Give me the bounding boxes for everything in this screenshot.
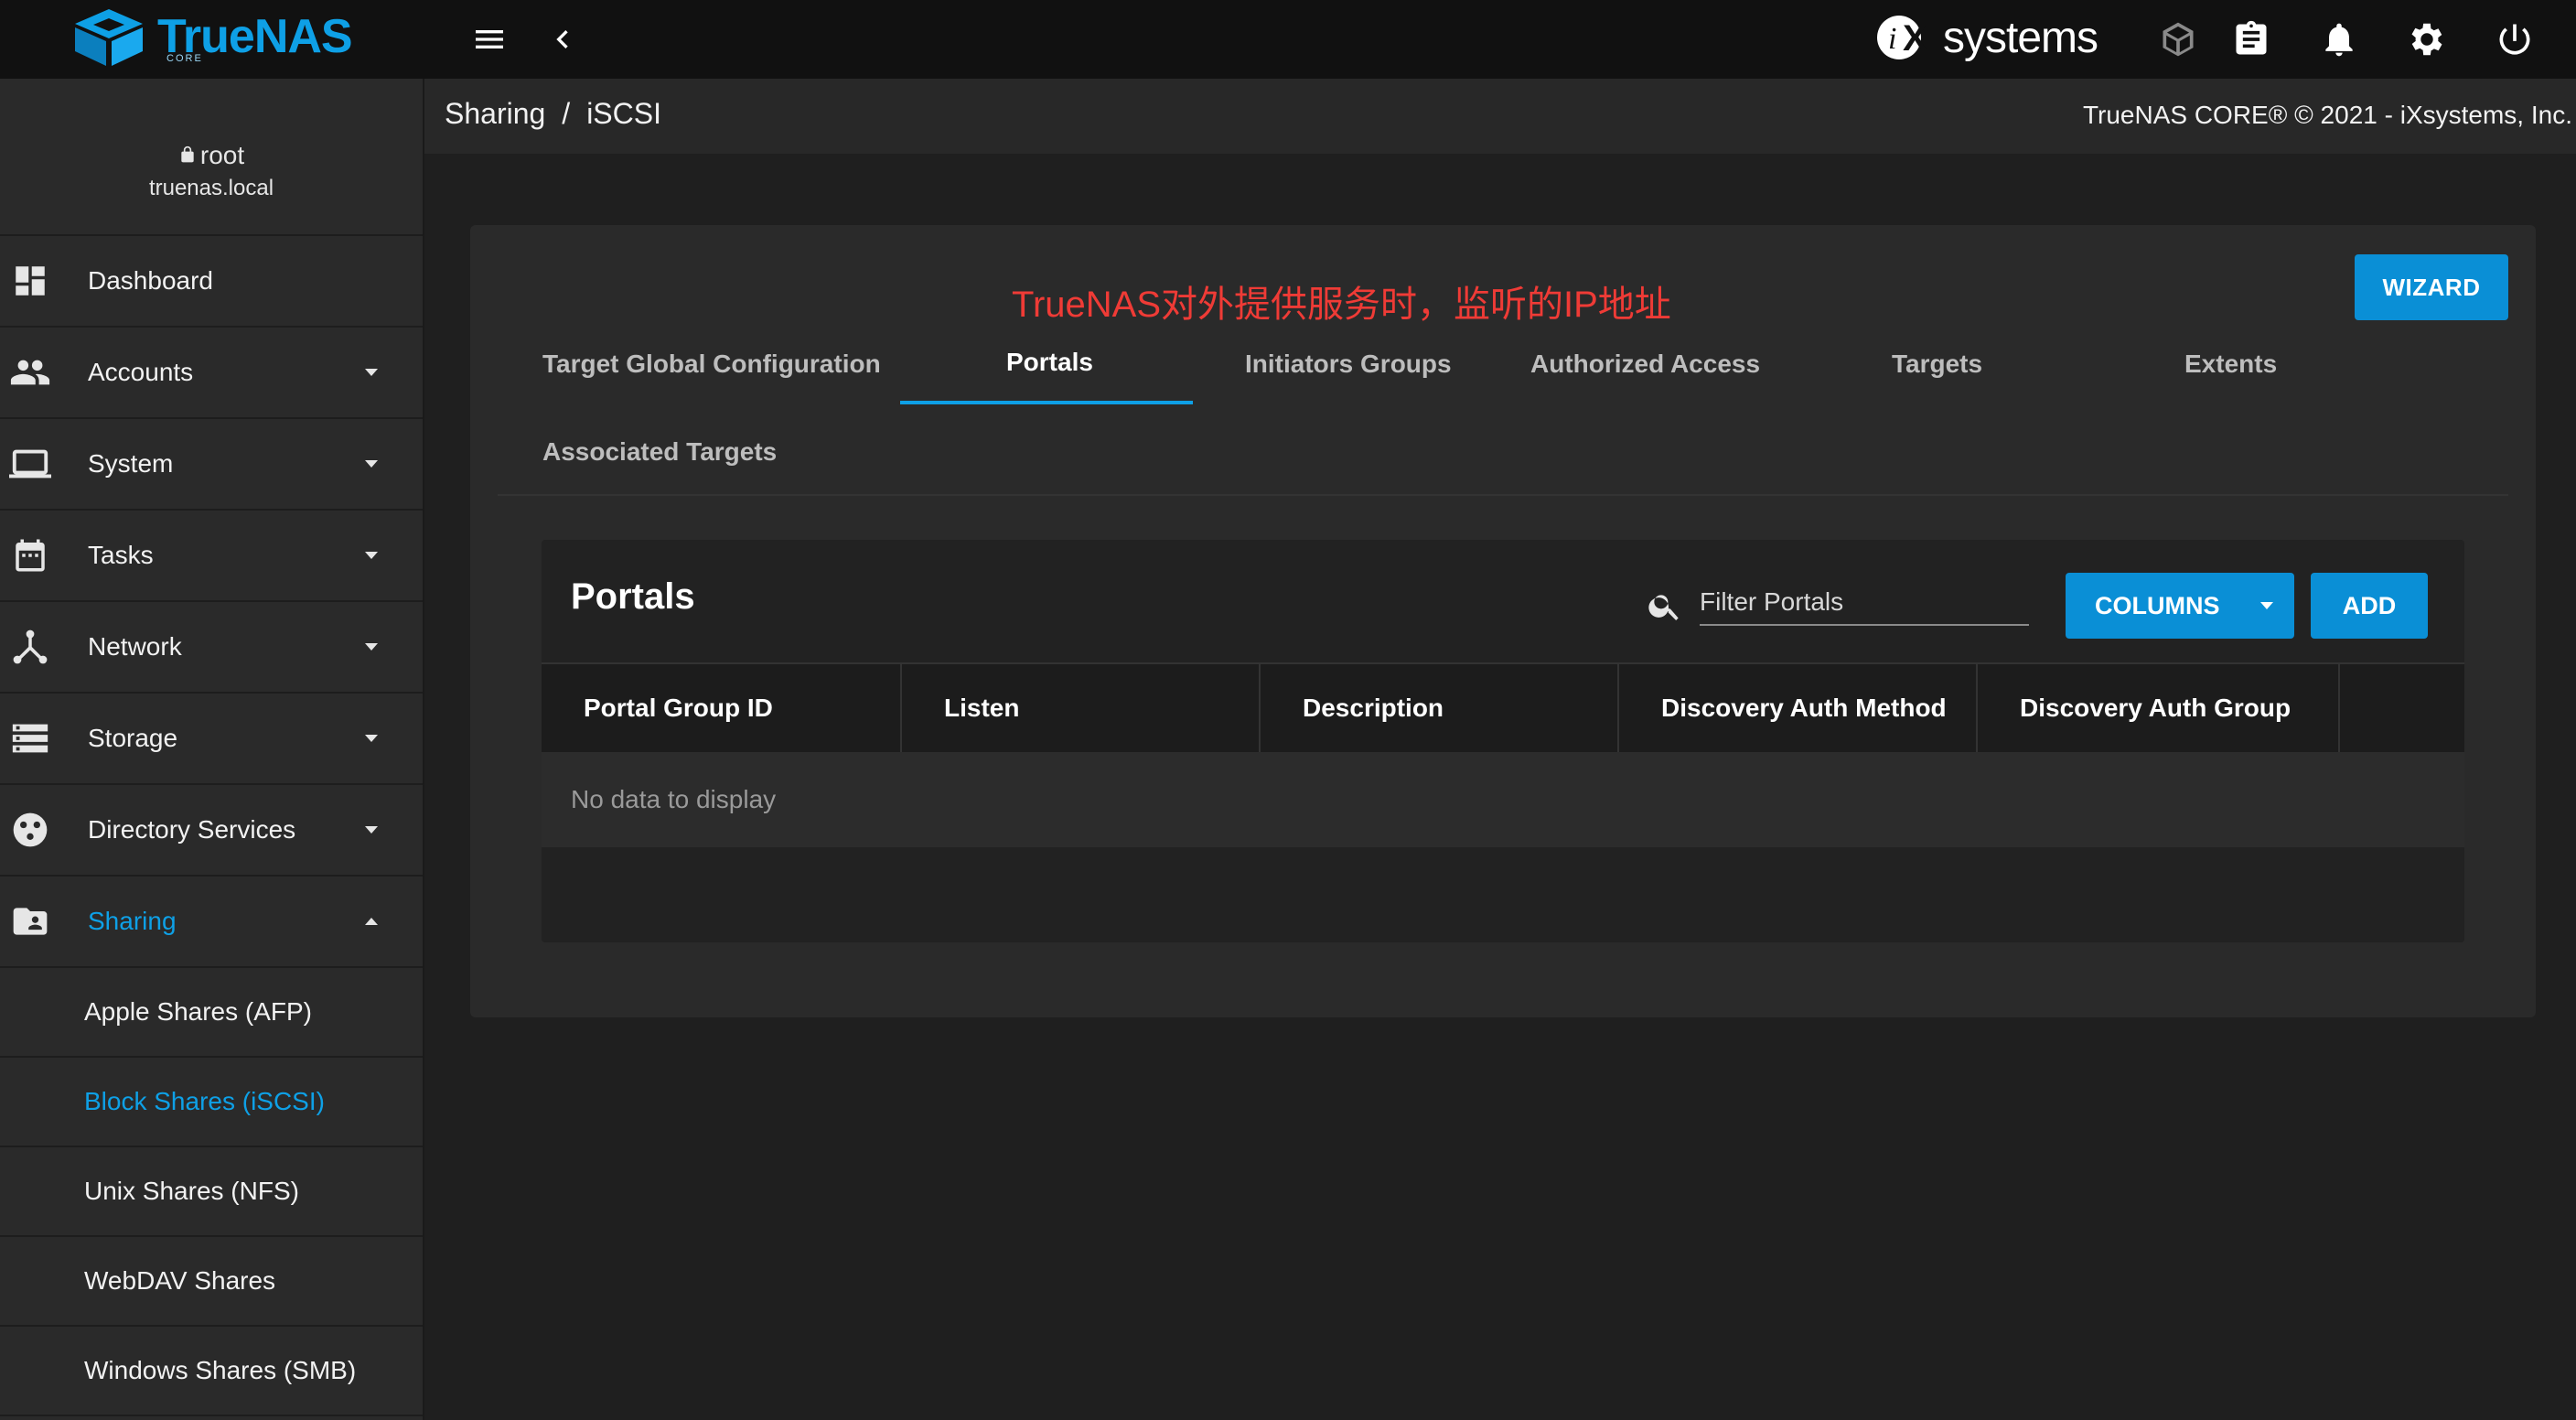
page-header: Sharing / iSCSI TrueNAS CORE® © 2021 - iXs… — [424, 79, 2576, 154]
annotation-text: TrueNAS对外提供服务时，监听的IP地址 — [1012, 285, 1671, 325]
caret-down-icon — [365, 826, 378, 834]
people-icon — [9, 351, 51, 393]
svg-text:i: i — [1888, 22, 1896, 56]
storage-icon — [9, 717, 51, 759]
breadcrumb: Sharing / iSCSI — [445, 97, 661, 131]
sidebar-item-label: Sharing — [88, 907, 177, 935]
sidebar-subitem-label: Unix Shares (NFS) — [84, 1177, 299, 1205]
ixsystems-logo[interactable]: i X systems — [1875, 9, 2098, 66]
user-info: root truenas.local — [0, 79, 423, 236]
sidebar-subitem-smb[interactable]: Windows Shares (SMB) — [0, 1327, 423, 1416]
calendar-icon — [9, 534, 51, 576]
top-bar: TrueNAS CORE i X systems — [0, 0, 2576, 79]
caret-down-icon — [365, 460, 378, 468]
sidebar-item-sharing[interactable]: Sharing — [0, 877, 423, 968]
copyright-text: TrueNAS CORE® © 2021 - iXsystems, Inc. — [2082, 101, 2572, 129]
tab-associated-targets[interactable]: Associated Targets — [542, 437, 777, 467]
sidebar-subitem-nfs[interactable]: Unix Shares (NFS) — [0, 1147, 423, 1237]
tabs-divider — [498, 494, 2508, 496]
caret-down-icon — [365, 552, 378, 559]
folder-shared-icon — [9, 900, 51, 942]
sidebar-item-label: Dashboard — [88, 266, 213, 295]
breadcrumb-current: iSCSI — [586, 97, 661, 130]
sidebar-subitem-label: Apple Shares (AFP) — [84, 997, 312, 1026]
power-icon[interactable] — [2492, 16, 2538, 62]
sidebar-item-label: Storage — [88, 724, 178, 752]
sidebar-item-system[interactable]: System — [0, 419, 423, 511]
sidebar-item-label: Network — [88, 632, 182, 661]
sidebar-subitem-iscsi[interactable]: Block Shares (iSCSI) — [0, 1058, 423, 1147]
gear-icon[interactable] — [2404, 16, 2450, 62]
sidebar-item-label: Directory Services — [88, 815, 296, 844]
laptop-icon — [9, 443, 51, 485]
sidebar-item-directory-services[interactable]: Directory Services — [0, 785, 423, 877]
username: root — [199, 141, 245, 169]
sidebar-item-label: System — [88, 449, 174, 478]
sidebar-item-label: Accounts — [88, 358, 194, 386]
active-tab-indicator — [900, 401, 1193, 404]
filter-portals-input[interactable] — [1700, 580, 2029, 626]
vendor-logo-text: systems — [1943, 13, 2098, 62]
columns-button[interactable]: COLUMNS — [2066, 573, 2294, 639]
caret-down-icon — [365, 735, 378, 742]
caret-down-icon — [2260, 602, 2273, 609]
iscsi-card: TrueNAS对外提供服务时，监听的IP地址 WIZARD Target Glo… — [470, 225, 2536, 1017]
search-icon — [1648, 595, 1679, 620]
tab-initiators-groups[interactable]: Initiators Groups — [1245, 350, 1452, 379]
table-footer — [542, 847, 2464, 942]
sidebar-item-storage[interactable]: Storage — [0, 694, 423, 785]
logo-subtext: CORE — [166, 53, 203, 64]
network-icon — [9, 626, 51, 668]
column-header-discovery-auth-method[interactable]: Discovery Auth Method — [1619, 664, 1978, 752]
directory-icon — [9, 809, 51, 851]
add-button[interactable]: ADD — [2311, 573, 2428, 639]
breadcrumb-parent[interactable]: Sharing — [445, 97, 545, 130]
tab-targets[interactable]: Targets — [1892, 350, 1982, 379]
column-header-discovery-auth-group[interactable]: Discovery Auth Group — [1978, 664, 2340, 752]
dashboard-icon — [9, 260, 51, 302]
tab-target-global-configuration[interactable]: Target Global Configuration — [542, 350, 881, 379]
portals-table-card: Portals COLUMNS ADD Portal Group ID List… — [542, 540, 2464, 942]
lock-icon — [181, 145, 194, 163]
sidebar-item-accounts[interactable]: Accounts — [0, 328, 423, 419]
menu-icon[interactable] — [467, 16, 512, 62]
sidebar-item-network[interactable]: Network — [0, 602, 423, 694]
sidebar-item-label: Tasks — [88, 541, 154, 569]
sidebar: root truenas.local Dashboard Accounts Sy… — [0, 79, 424, 1420]
column-header-listen[interactable]: Listen — [902, 664, 1261, 752]
table-title: Portals — [571, 576, 695, 617]
bell-icon[interactable] — [2316, 16, 2362, 62]
sidebar-subitem-label: Block Shares (iSCSI) — [84, 1087, 325, 1115]
caret-down-icon — [365, 643, 378, 651]
sidebar-subitem-webdav[interactable]: WebDAV Shares — [0, 1237, 423, 1327]
ix-mark-icon: i X — [1877, 16, 1927, 59]
user-name-row: root — [0, 141, 423, 170]
clipboard-icon[interactable] — [2228, 16, 2274, 62]
sidebar-item-dashboard[interactable]: Dashboard — [0, 236, 423, 328]
hostname: truenas.local — [148, 176, 274, 200]
truecommand-icon[interactable] — [2155, 16, 2201, 62]
svg-text:X: X — [1903, 18, 1927, 59]
column-header-portal-group-id[interactable]: Portal Group ID — [542, 664, 902, 752]
empty-message: No data to display — [571, 785, 777, 813]
table-header: Portal Group ID Listen Description Disco… — [542, 662, 2464, 754]
sidebar-subitem-label: WebDAV Shares — [84, 1266, 276, 1295]
column-header-description[interactable]: Description — [1261, 664, 1619, 752]
tab-portals[interactable]: Portals — [1006, 348, 1093, 377]
columns-button-label: COLUMNS — [2095, 591, 2220, 619]
tab-extents[interactable]: Extents — [2184, 350, 2277, 379]
empty-table-row: No data to display — [542, 752, 2464, 847]
wizard-button[interactable]: WIZARD — [2355, 254, 2508, 320]
tab-authorized-access[interactable]: Authorized Access — [1530, 350, 1760, 379]
sidebar-subitem-label: Windows Shares (SMB) — [84, 1356, 357, 1384]
sidebar-subitem-afp[interactable]: Apple Shares (AFP) — [0, 968, 423, 1058]
breadcrumb-separator: / — [562, 97, 571, 130]
caret-down-icon — [365, 369, 378, 376]
truenas-logo-icon — [75, 9, 143, 66]
sidebar-item-tasks[interactable]: Tasks — [0, 511, 423, 602]
caret-up-icon — [365, 918, 378, 925]
chevron-left-icon[interactable] — [540, 16, 585, 62]
